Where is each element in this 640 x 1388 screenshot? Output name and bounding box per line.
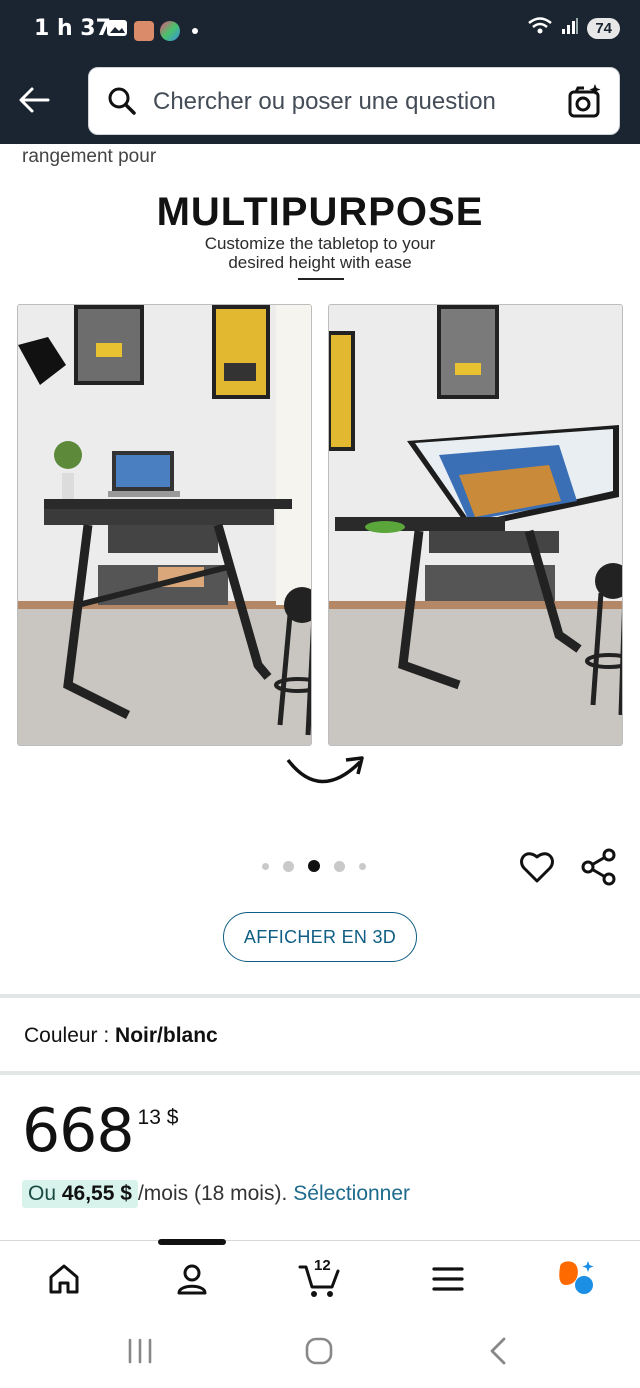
installment-select-link[interactable]: Sélectionner (293, 1182, 410, 1206)
ai-assistant-icon (559, 1261, 594, 1294)
system-navigation-bar (0, 1316, 640, 1388)
price-whole: 668 (22, 1096, 135, 1166)
user-icon (177, 1264, 207, 1295)
battery-indicator: 74 (587, 18, 620, 39)
installment-offer: Ou 46,55 $ /mois (18 mois). Sélectionner (22, 1180, 410, 1208)
home-icon (49, 1264, 79, 1294)
carousel-dot-1[interactable] (262, 862, 269, 870)
product-title-partial: rangement pour (22, 146, 157, 167)
status-bar: 1 h 37 74 (0, 0, 640, 60)
share-icon[interactable] (580, 848, 618, 891)
home-system-icon[interactable] (304, 1336, 334, 1371)
divider-bottom (0, 1071, 640, 1075)
nav-account[interactable] (168, 1255, 216, 1303)
status-time: 1 h 37 (34, 16, 111, 41)
desk-tilted-photo (328, 304, 623, 746)
installment-prefix: Ou (28, 1182, 62, 1205)
image-subtitle: Customize the tabletop to your desired h… (0, 234, 640, 272)
active-tab-indicator (158, 1239, 226, 1245)
signal-icon (561, 17, 579, 40)
search-icon (107, 86, 137, 121)
system-back-icon[interactable] (488, 1336, 508, 1371)
installment-terms: /mois (18 mois). (137, 1182, 288, 1205)
image-subtitle-line-2: desired height with ease (228, 253, 412, 272)
recent-apps-icon[interactable] (126, 1338, 154, 1369)
product-price: 668 13 $ (22, 1098, 178, 1164)
wishlist-heart-icon[interactable] (518, 848, 556, 891)
back-arrow-icon (19, 87, 50, 113)
carousel-dot-3-active[interactable] (308, 860, 320, 872)
nav-cart[interactable]: 12 (296, 1255, 344, 1303)
nav-home[interactable] (40, 1255, 88, 1303)
wifi-icon (527, 17, 553, 40)
installment-amount: 46,55 $ (61, 1182, 132, 1205)
search-input[interactable] (153, 84, 553, 120)
app-icon (134, 20, 154, 41)
image-carousel-dots[interactable] (262, 860, 366, 872)
carousel-dot-5[interactable] (359, 862, 366, 870)
hamburger-menu-icon (432, 1267, 464, 1291)
carousel-dot-4[interactable] (334, 860, 345, 872)
back-button[interactable] (16, 82, 56, 122)
app-header (0, 60, 640, 144)
cart-count-badge: 12 (314, 1257, 331, 1274)
installment-badge: Ou 46,55 $ (22, 1180, 138, 1208)
desk-flat-photo (17, 304, 312, 746)
image-headline: MULTIPURPOSE (156, 190, 484, 234)
notification-icons (106, 18, 198, 43)
color-label: Couleur : (24, 1024, 116, 1047)
camera-search-icon[interactable] (567, 82, 603, 125)
carousel-dot-2[interactable] (283, 860, 294, 872)
search-bar[interactable] (88, 67, 620, 135)
bottom-navigation: 12 (0, 1239, 640, 1316)
product-page: 1 h 37 74 Chercher ou poser une question… (0, 0, 640, 1388)
gallery-icon (106, 18, 128, 43)
nav-rufus-assistant[interactable] (552, 1255, 600, 1303)
image-subtitle-line-1: Customize the tabletop to your (204, 234, 436, 253)
nav-menu[interactable] (424, 1255, 472, 1303)
rotate-arrow-icon (284, 750, 368, 795)
app-icon-2 (160, 20, 180, 41)
more-notifications-dot (192, 27, 198, 34)
view-in-3d-button[interactable]: AFFICHER EN 3D (223, 912, 417, 962)
status-right: 74 (527, 17, 620, 40)
color-selection[interactable]: Couleur : Noir/blanc (24, 1024, 218, 1048)
headline-underline (298, 278, 344, 280)
divider-top (0, 994, 640, 998)
color-value: Noir/blanc (115, 1024, 218, 1047)
price-cents: 13 $ (137, 1106, 179, 1129)
